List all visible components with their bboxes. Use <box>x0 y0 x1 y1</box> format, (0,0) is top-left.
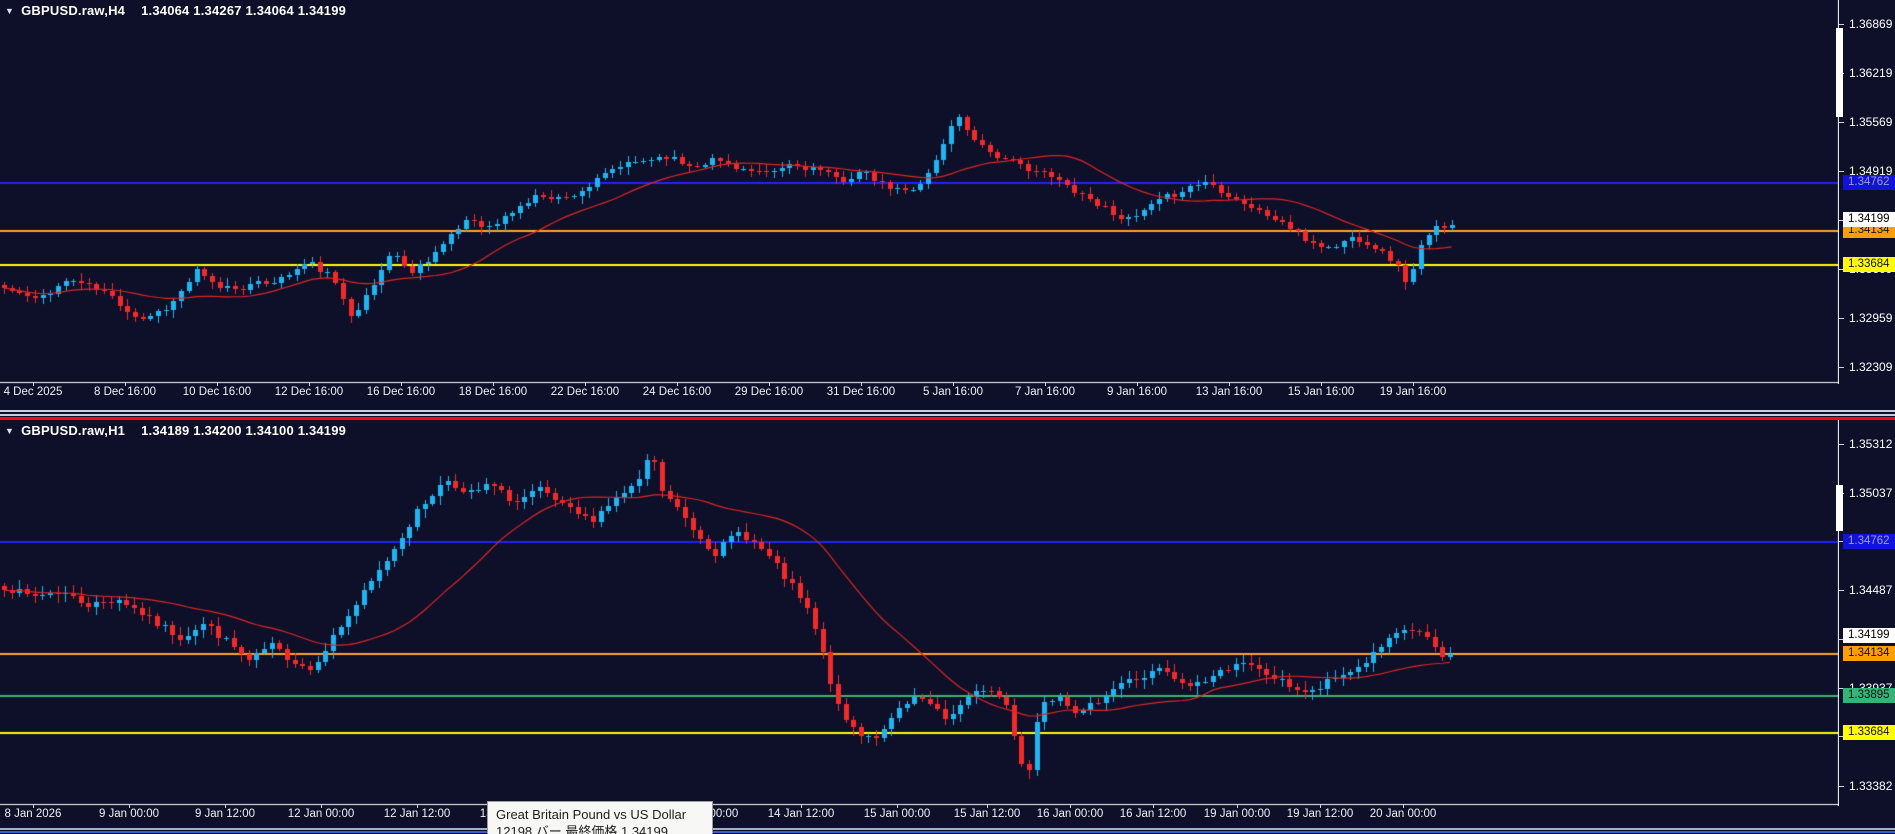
h1-chart-title: ▼ GBPUSD.raw,H1 1.34189 1.34200 1.34100 1.… <box>5 423 346 438</box>
price-tick-mark <box>1839 444 1844 445</box>
level-price-label: 1.33895 <box>1843 688 1895 704</box>
price-tick-mark <box>1839 24 1844 25</box>
time-tick-label: 12 Jan 00:00 <box>287 808 355 820</box>
price-tick-label: 1.35569 <box>1849 114 1893 129</box>
h1-time-axis[interactable]: 8 Jan 2026 9 Jan 00:00 9 Jan 12:00 12 Jan 0… <box>0 804 1839 826</box>
h4-ohlc-values: 1.34064 1.34267 1.34064 1.34199 <box>141 3 347 18</box>
price-tick-mark <box>1839 786 1844 787</box>
time-tick-label: 9 Jan 00:00 <box>98 808 160 820</box>
h4-price-range-indicator <box>1836 28 1843 117</box>
collapse-arrow-icon[interactable]: ▼ <box>5 6 14 16</box>
h4-plot-canvas[interactable] <box>0 0 1839 384</box>
active-chart-border <box>0 417 1895 420</box>
h4-price-axis[interactable]: 1.368691.362191.355691.349191.342691.336… <box>1839 0 1895 384</box>
price-tick-label: 1.34487 <box>1849 583 1893 598</box>
price-tick-label: 1.35037 <box>1849 485 1893 500</box>
symbol-tooltip: Great Britain Pound vs US Dollar 12198 バ… <box>487 801 713 834</box>
h1-ohlc-values: 1.34189 1.34200 1.34100 1.34199 <box>141 423 347 438</box>
price-tick-label: 1.35312 <box>1849 437 1893 451</box>
window-bottom-border <box>0 831 1895 833</box>
time-tick-label: 20 Jan 00:00 <box>1369 808 1437 820</box>
h4-symbol-label: GBPUSD.raw,H4 <box>21 3 126 18</box>
level-price-label: 1.33684 <box>1843 256 1895 272</box>
price-tick-label: 1.32959 <box>1849 311 1893 326</box>
time-tick-label: 14 Jan 12:00 <box>767 808 835 820</box>
time-tick-label: 9 Jan 12:00 <box>194 808 256 820</box>
tooltip-symbol-name: Great Britain Pound vs US Dollar <box>496 807 687 822</box>
price-tick-mark <box>1839 367 1844 368</box>
window-bottom-edge <box>0 828 1895 830</box>
collapse-arrow-icon[interactable]: ▼ <box>5 426 14 436</box>
price-tick-label: 1.32309 <box>1849 360 1893 374</box>
price-tick-label: 1.36869 <box>1849 17 1893 31</box>
price-tick-mark <box>1839 590 1844 592</box>
price-tick-label: 1.33382 <box>1849 779 1893 793</box>
level-price-label: 1.34134 <box>1843 645 1895 661</box>
level-price-label: 1.34762 <box>1843 534 1895 550</box>
window-splitter-line-1[interactable] <box>0 410 1895 412</box>
price-tick-mark <box>1839 170 1844 172</box>
level-price-label: 1.33684 <box>1843 725 1895 741</box>
h1-symbol-label: GBPUSD.raw,H1 <box>21 423 126 438</box>
price-tick-label: 1.36219 <box>1849 65 1893 80</box>
level-price-label: 1.34762 <box>1843 175 1895 191</box>
window-splitter-line-2[interactable] <box>0 414 1895 416</box>
price-tick-mark <box>1839 121 1844 123</box>
h4-time-axis[interactable]: 4 Dec 2025 8 Dec 16:00 10 Dec 16:00 12 Dec … <box>0 382 1839 404</box>
current-price-label: 1.34199 <box>1843 628 1895 644</box>
h1-price-range-indicator <box>1836 485 1843 531</box>
mt5-workspace: ▼ GBPUSD.raw,H4 1.34064 1.34267 1.34064 1.… <box>0 0 1895 834</box>
price-tick-mark <box>1839 318 1844 320</box>
time-tick-label: 19 Jan 16:00 <box>1379 386 1447 398</box>
current-price-label: 1.34199 <box>1843 211 1895 227</box>
h1-plot-canvas[interactable] <box>0 420 1839 806</box>
time-tick-label: 12 Jan 12:00 <box>383 808 451 820</box>
tooltip-bar-info: 12198 バー 最終価格 1.34199 <box>496 824 668 834</box>
h1-price-axis[interactable]: 1.353121.350371.347621.344871.342121.339… <box>1839 420 1895 806</box>
h4-chart-title: ▼ GBPUSD.raw,H4 1.34064 1.34267 1.34064 1.… <box>5 3 346 18</box>
